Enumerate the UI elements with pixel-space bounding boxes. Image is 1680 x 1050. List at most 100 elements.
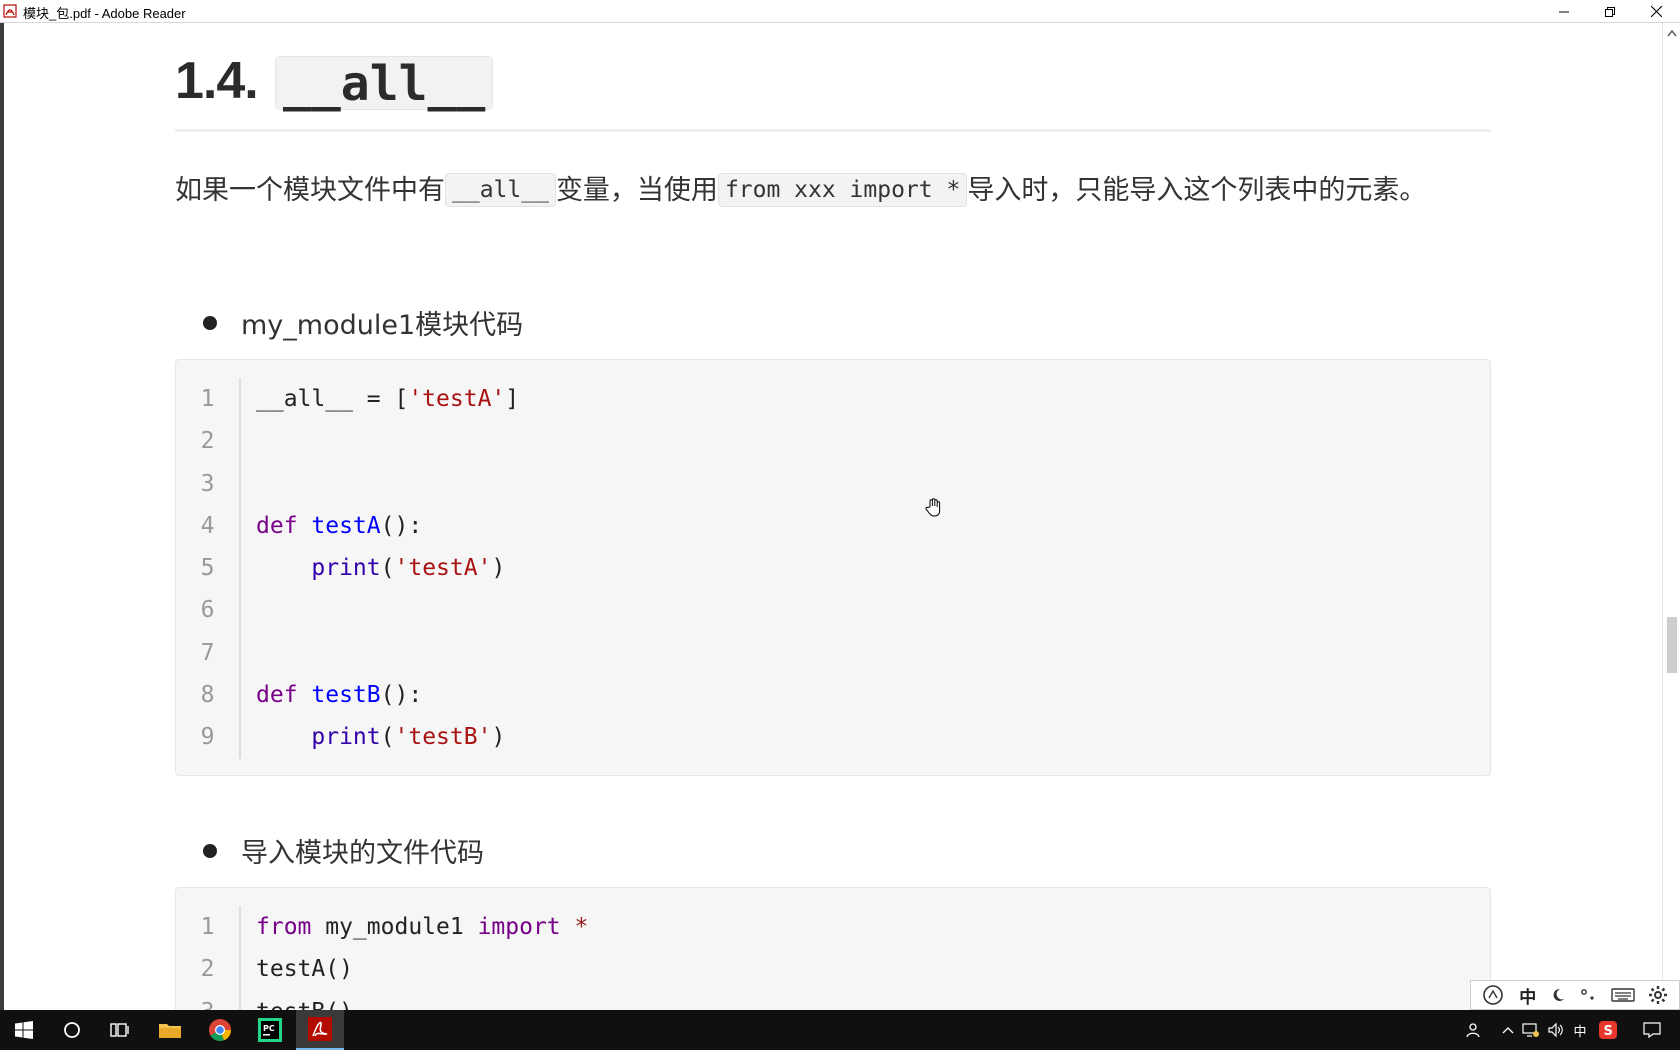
restore-icon [1605,6,1615,17]
code-token: testA() [256,956,353,983]
line-number-gutter: 1 2 3 4 5 6 7 8 9 [176,378,241,759]
heading-divider [175,129,1491,132]
scrollbar-thumb[interactable] [1667,617,1677,673]
code-token: def [256,512,312,539]
adobe-reader-taskbar-icon [308,1017,332,1041]
chrome-icon [209,1019,232,1042]
bullet-item: my_module1模块代码 [203,303,523,342]
task-view-icon [110,1023,129,1037]
code-token: ) [491,724,506,751]
close-icon [1650,6,1662,17]
restore-button[interactable] [1587,0,1633,23]
paragraph-text-2: 变量，当使用 [555,175,718,206]
line-number-gutter: 1 2 3 [176,906,241,1010]
line-number: 2 [200,956,215,983]
close-button[interactable] [1633,0,1679,23]
line-number: 1 [200,914,215,940]
tray-sogou-button[interactable]: S [1596,1010,1620,1050]
code-token: print [311,555,381,582]
sogou-icon: S [1599,1021,1617,1039]
document-viewport[interactable]: 1.4. __all__ 如果一个模块文件中有 __all__ 变量，当使用 from… [4,23,1662,1010]
code-lines: __all__ = ['testA'] def testA(): print('t… [256,378,1480,759]
code-block-module: 123456789 __all__ = ['testA'] def testA()… [175,359,1491,776]
code-line: print('testB') [256,716,1480,758]
window-titlebar: 模块_包.pdf - Adobe Reader [0,0,1680,23]
cortana-circle-icon [64,1022,80,1038]
line-number: 1 [200,386,215,412]
code-token: __all__ = [ [256,386,409,412]
pycharm-icon: PC [258,1018,282,1042]
svg-text:S: S [1604,1024,1613,1039]
ime-mode-toggle[interactable]: 中 [1519,983,1536,1008]
paragraph-text-3: 导入时，只能导入这个列表中的元素。 [967,175,1427,206]
task-view-button[interactable] [96,1010,144,1050]
speaker-icon [1548,1022,1563,1038]
code-token: my_module1 [311,914,478,940]
code-token: 'testB' [394,724,492,751]
code-block-import: 1 2 3 from my_module1 import * testA() testB… [175,887,1491,1010]
hand-cursor-icon [925,498,941,517]
pycharm-button[interactable]: PC [246,1010,294,1050]
settings-gear-icon[interactable] [1648,985,1668,1005]
inline-code-all: __all__ [445,173,556,207]
bullet-label: my_module1模块代码 [241,310,524,341]
code-token: 'testA' [394,555,492,582]
line-number: 8 [200,682,215,709]
inline-code-import: from xxx import * [717,173,968,207]
code-token: (): [380,682,423,709]
code-token: ( [380,724,395,751]
line-number: 7 [200,639,215,666]
minimize-icon [1559,11,1569,12]
ime-toolbar: 中 [1470,980,1680,1010]
bullet-item: 导入模块的文件代码 [203,831,484,870]
windows-logo-icon [15,1021,33,1039]
code-token: ) [491,555,506,582]
line-number: 3 [200,470,215,497]
code-line: from my_module1 import * [256,906,1480,948]
code-token: testA [311,512,381,539]
tray-ime-indicator[interactable]: 中 [1568,1010,1592,1050]
tray-people-button[interactable] [1462,1010,1486,1050]
code-line: print('testA') [256,547,1480,589]
code-lines: from my_module1 import * testA() testB() [256,906,1480,1010]
vertical-scrollbar[interactable] [1662,23,1680,1010]
tray-network-button[interactable] [1520,1010,1542,1050]
keyboard-icon[interactable] [1611,987,1635,1003]
tray-volume-button[interactable] [1545,1010,1567,1050]
code-line: testA() [256,948,1480,990]
code-token: import [477,914,561,940]
bullet-dot [203,315,217,330]
code-line: def testB(): [256,674,1480,716]
chrome-button[interactable] [196,1010,244,1050]
window-title: 模块_包.pdf - Adobe Reader [23,6,186,21]
code-token: testB [311,682,381,709]
line-number: 9 [200,724,215,751]
network-icon [1522,1023,1539,1037]
moon-icon[interactable] [1550,987,1566,1003]
file-explorer-button[interactable] [146,1010,194,1050]
chevron-up-icon [1502,1027,1514,1034]
heading-number: 1.4. [175,52,259,110]
bullet-label: 导入模块的文件代码 [241,838,484,869]
windows-taskbar: PC 中 S [0,1010,1680,1050]
punctuation-icon[interactable] [1579,987,1597,1003]
minimize-button[interactable] [1541,0,1587,23]
tray-overflow-button[interactable] [1498,1010,1518,1050]
search-button[interactable] [48,1010,96,1050]
ime-logo-icon[interactable] [1482,984,1506,1006]
adobe-reader-button[interactable] [296,1010,344,1050]
code-line: def testA(): [256,505,1480,547]
code-token: testB() [256,999,353,1010]
code-token: * [574,914,589,940]
start-button[interactable] [0,1010,48,1050]
scroll-up-arrow-icon[interactable] [1667,29,1677,37]
code-line: __all__ = ['testA'] [256,378,1480,420]
action-center-button[interactable] [1636,1010,1668,1050]
svg-text:PC: PC [263,1024,275,1033]
